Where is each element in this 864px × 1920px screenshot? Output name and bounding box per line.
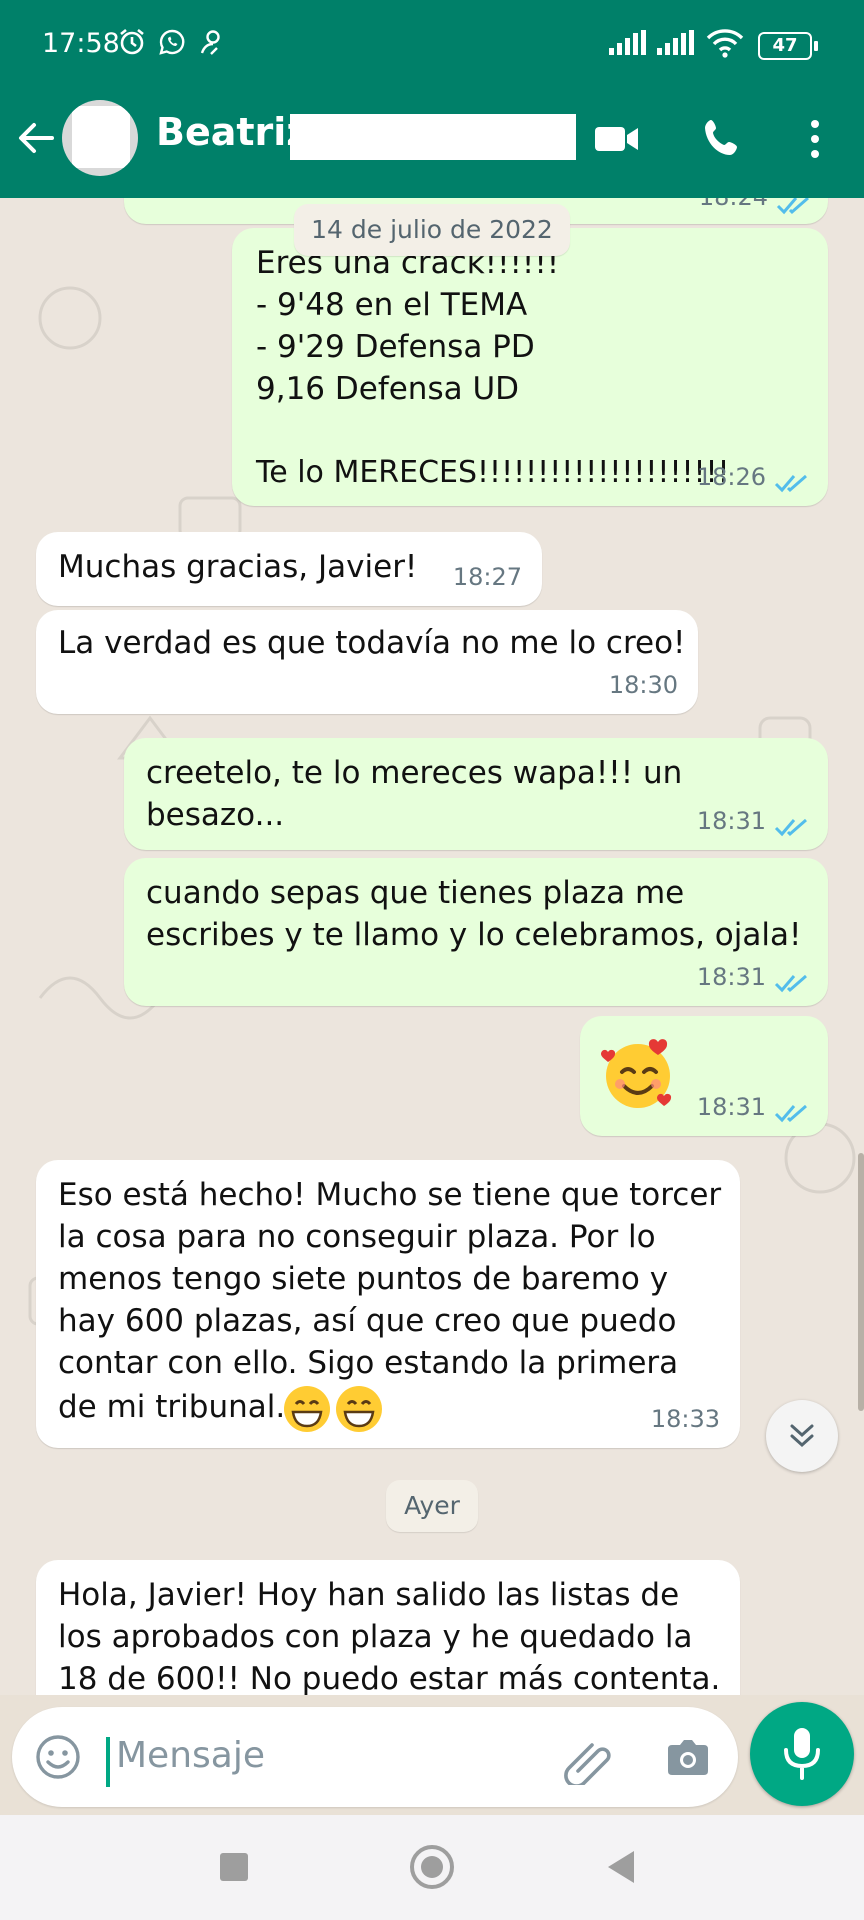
read-ticks-icon xyxy=(774,474,807,493)
message-line: Hola, Javier! Hoy han salido las listas … xyxy=(58,1577,680,1613)
message-line: hay 600 plazas, así que creo que puedo xyxy=(58,1303,677,1339)
read-ticks-icon xyxy=(774,818,807,837)
back-arrow-icon[interactable] xyxy=(14,116,58,160)
system-nav-bar xyxy=(0,1815,864,1920)
message-bubble-out-emoji[interactable]: 18:31 xyxy=(580,1016,828,1136)
read-ticks-icon xyxy=(774,974,807,993)
message-line: besazo... xyxy=(146,797,285,833)
read-ticks-icon xyxy=(774,1104,807,1123)
message-bubble-in[interactable]: Eso está hecho! Mucho se tiene que torce… xyxy=(36,1160,740,1448)
status-bar: 17:58 47 xyxy=(0,0,864,92)
message-bubble-in[interactable]: Muchas gracias, Javier! 18:27 xyxy=(36,532,542,606)
message-time: 18:30 xyxy=(608,671,678,699)
message-line: - 9'29 Defensa PD xyxy=(256,329,535,365)
message-line: Eso está hecho! Mucho se tiene que torce… xyxy=(58,1177,722,1213)
message-line: 18 de 600!! No puedo estar más contenta. xyxy=(58,1661,721,1695)
message-line: La verdad es que todavía no me lo creo! xyxy=(58,625,686,661)
wifi-icon xyxy=(706,29,744,58)
message-line: creetelo, te lo mereces wapa!!! un xyxy=(146,755,683,791)
message-line: menos tengo siete puntos de baremo y xyxy=(58,1261,669,1297)
status-time: 17:58 xyxy=(42,28,120,59)
message-line: contar con ello. Sigo estando la primera xyxy=(58,1345,679,1381)
message-time: 18:33 xyxy=(650,1405,720,1433)
alarm-icon xyxy=(120,28,144,55)
scroll-down-icon xyxy=(790,1424,814,1448)
message-line: 9,16 Defensa UD xyxy=(256,371,520,407)
message-line: Te lo MERECES!!!!!!!!!!!!!!!!!!!!! xyxy=(256,455,730,490)
more-vert-icon[interactable] xyxy=(790,114,840,164)
message-line: los aprobados con plaza y he quedado la xyxy=(58,1619,693,1655)
top-bar: 17:58 47 Beatriz xyxy=(0,0,864,198)
mic-button[interactable] xyxy=(750,1702,854,1806)
read-ticks-icon xyxy=(776,198,809,215)
message-time: 18:26 xyxy=(696,463,766,491)
message-time: 18:31 xyxy=(696,807,766,835)
message-bubble-out[interactable]: Eres una crack!!!!!! - 9'48 en el TEMA -… xyxy=(232,228,828,506)
message-bubble-out[interactable]: cuando sepas que tienes plaza me escribe… xyxy=(124,858,828,1006)
message-bubble-in[interactable]: Hola, Javier! Hoy han salido las listas … xyxy=(36,1560,740,1695)
chat-header: Beatriz xyxy=(0,92,864,198)
message-list[interactable]: 18:24 Eres una crack!!!!!! - 9'48 en el … xyxy=(0,198,864,1695)
scrollbar[interactable] xyxy=(858,1153,864,1411)
whatsapp-status-icon xyxy=(159,29,185,55)
message-line: la cosa para no conseguir plaza. Por lo xyxy=(58,1219,656,1255)
message-time: 18:31 xyxy=(696,963,766,991)
battery-level: 47 xyxy=(772,35,798,56)
scroll-to-bottom-button[interactable] xyxy=(766,1400,838,1472)
composer: Mensaje xyxy=(0,1695,864,1815)
date-chip: 14 de julio de 2022 xyxy=(294,204,570,256)
message-time: 18:27 xyxy=(452,563,522,591)
message-line: de mi tribunal. xyxy=(58,1389,286,1425)
message-bubble-in[interactable]: La verdad es que todavía no me lo creo! … xyxy=(36,610,698,714)
grinning-face-icon xyxy=(336,1386,382,1432)
text-caret xyxy=(106,1737,110,1787)
mic-icon xyxy=(784,1728,820,1780)
message-placeholder: Mensaje xyxy=(116,1735,265,1776)
video-call-icon[interactable] xyxy=(592,114,642,164)
date-chip: Ayer xyxy=(386,1480,478,1532)
signal-icon-1 xyxy=(609,30,646,55)
camera-icon[interactable] xyxy=(664,1735,712,1781)
account-status-icon xyxy=(200,30,220,55)
message-line: Muchas gracias, Javier! xyxy=(58,549,418,585)
message-time: 18:24 xyxy=(699,198,768,218)
redacted-surname xyxy=(290,114,576,160)
nav-back-icon[interactable] xyxy=(606,1849,636,1885)
smiling-face-with-hearts-icon xyxy=(601,1039,672,1108)
message-line: escribes y te llamo y lo celebramos, oja… xyxy=(146,917,802,953)
message-time: 18:31 xyxy=(696,1093,766,1121)
message-line: - 9'48 en el TEMA xyxy=(256,287,528,323)
whatsapp-chat-screen: 17:58 47 Beatriz Eres una crack!!!!!! - … xyxy=(0,0,864,1920)
contact-name[interactable]: Beatriz xyxy=(156,110,308,154)
message-bubble-out[interactable]: creetelo, te lo mereces wapa!!! un besaz… xyxy=(124,738,828,850)
nav-recent-icon[interactable] xyxy=(220,1853,248,1881)
attach-icon[interactable] xyxy=(564,1737,614,1785)
nav-home-icon[interactable] xyxy=(410,1845,454,1889)
emoji-icon[interactable] xyxy=(34,1733,82,1781)
avatar[interactable] xyxy=(62,100,138,176)
phone-icon[interactable] xyxy=(698,114,748,164)
grinning-face-icon xyxy=(284,1386,330,1432)
message-input[interactable]: Mensaje xyxy=(12,1707,738,1807)
message-line: cuando sepas que tienes plaza me xyxy=(146,875,685,911)
battery-icon: 47 xyxy=(758,32,818,60)
signal-icon-2 xyxy=(657,30,694,55)
